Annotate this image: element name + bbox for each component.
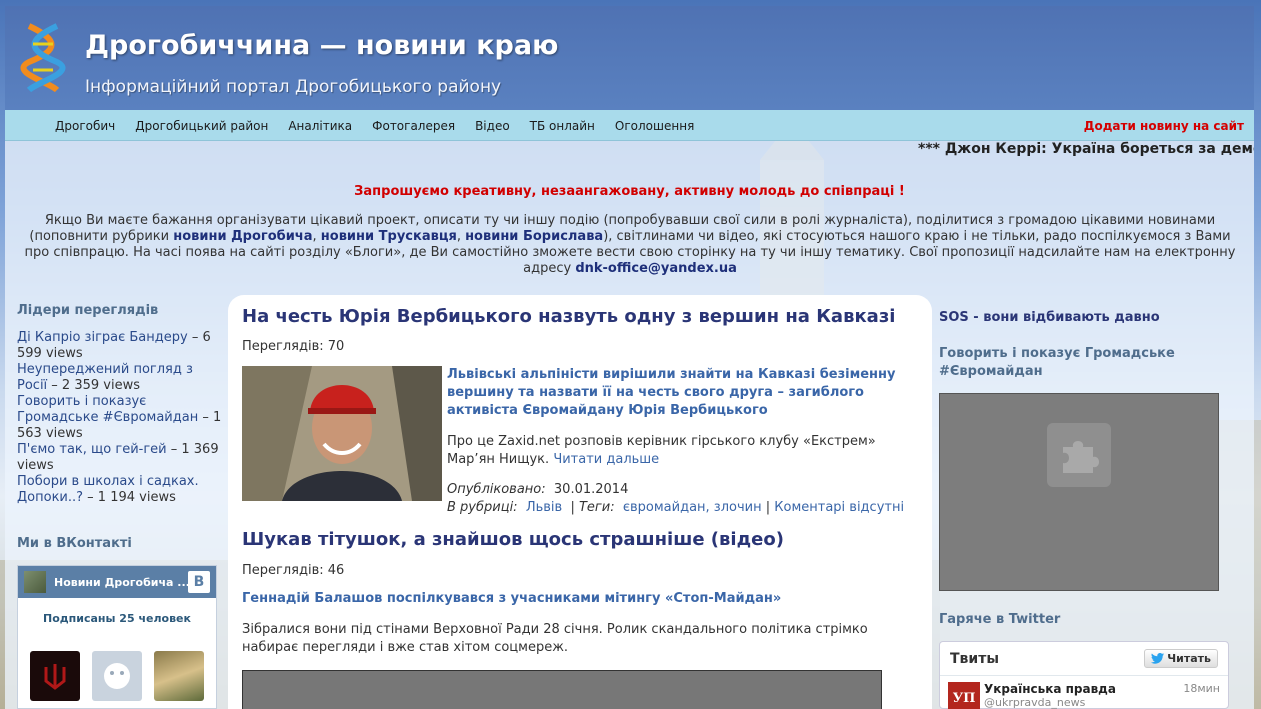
tags-links[interactable]: євромайдан, злочин	[623, 500, 762, 515]
top-viewed-link[interactable]: Говорить і показує Громадське #Євромайда…	[17, 394, 198, 425]
invite-sep: ,	[312, 229, 321, 244]
post-thumbnail[interactable]	[242, 366, 442, 501]
climber-photo	[242, 366, 442, 501]
post-lead-link[interactable]: Львівські альпіністи вирішили знайти на …	[447, 366, 907, 420]
nav-item-video[interactable]: Відео	[465, 119, 520, 133]
view-count: – 1 194 views	[83, 490, 176, 505]
list-item: Неупереджений погляд з Росії – 2 359 vie…	[17, 362, 227, 394]
vk-subscribers: Подписаны 25 человек	[43, 612, 191, 625]
nav-item-district[interactable]: Дрогобицький район	[125, 119, 278, 133]
site-title[interactable]: Дрогобиччина — новини краю	[85, 30, 558, 61]
top-viewed-link[interactable]: П'ємо так, що гей-гей	[17, 442, 167, 457]
list-item: Говорить і показує Громадське #Євромайда…	[17, 394, 227, 442]
follow-label: Читать	[1167, 652, 1211, 665]
read-more-link[interactable]: Читати дальше	[553, 452, 659, 467]
nav-item-tv-online[interactable]: ТБ онлайн	[520, 119, 605, 133]
video-embed[interactable]	[242, 670, 882, 709]
puzzle-piece-icon	[1063, 441, 1099, 473]
nav-item-photogallery[interactable]: Фотогалерея	[362, 119, 465, 133]
tweet-author-handle[interactable]: @ukrpravda_news	[984, 696, 1116, 709]
tags-label: Теги:	[578, 500, 615, 515]
hromadske-widget-title: Говорить і показує Громадське #Євромайда…	[939, 346, 1175, 379]
twitter-follow-button[interactable]: Читать	[1144, 649, 1218, 668]
plugin-puzzle-icon	[1047, 423, 1111, 487]
rubric-label: В рубриці:	[447, 500, 518, 515]
view-count: Переглядів: 70	[242, 339, 345, 354]
vk-group-avatar[interactable]	[24, 571, 46, 593]
twitter-widget: Твиты Читать УП Українська правда @ukrpr…	[939, 641, 1229, 709]
tweet-time[interactable]: 18мин	[1183, 682, 1220, 709]
vk-members	[18, 651, 216, 701]
vk-widget: Новини Дрогобича ... В Подписаны 25 чело…	[17, 565, 217, 709]
post-published: Опубліковано: 30.01.2014	[447, 482, 628, 497]
top-viewed-widget: Лідери переглядів Ді Капріо зіграє Банде…	[17, 303, 227, 506]
twitter-bird-icon	[1151, 653, 1165, 664]
published-label: Опубліковано:	[447, 482, 546, 497]
vk-logo-icon[interactable]: В	[188, 571, 210, 593]
published-date: 30.01.2014	[553, 482, 629, 497]
main-content: На честь Юрія Вербицького назвуть одну з…	[228, 295, 932, 709]
nav-item-drohobych[interactable]: Дрогобич	[45, 119, 125, 133]
dna-logo-icon[interactable]	[19, 22, 69, 92]
tweet-author-name[interactable]: Українська правда	[984, 682, 1116, 696]
invite-text: Якщо Ви маєте бажання організувати цікав…	[20, 213, 1240, 277]
vk-widget-title: Ми в ВКонтакті	[17, 536, 132, 551]
avatar[interactable]	[30, 651, 80, 701]
avatar[interactable]: УП	[948, 682, 980, 709]
nav-menu: Дрогобич Дрогобицький район Аналітика Фо…	[45, 110, 704, 141]
twitter-widget-header: Твиты Читать	[940, 642, 1228, 676]
post-meta: В рубриці: Львів | Теги: євромайдан, зло…	[447, 500, 905, 515]
site-header: Дрогобиччина — новини краю Інформаційний…	[5, 6, 1254, 110]
comments-link[interactable]: Коментарі відсутні	[774, 500, 904, 515]
video-plugin-placeholder[interactable]	[939, 393, 1219, 591]
list-item: Побори в школах і садках. Допоки..? – 1 …	[17, 474, 227, 506]
post-lead-link[interactable]: Геннадій Балашов поспілкувався з учасник…	[242, 590, 902, 608]
view-count: – 2 359 views	[47, 378, 140, 393]
contact-email-link[interactable]: dnk-office@yandex.ua	[575, 261, 737, 276]
list-item: П'ємо так, що гей-гей – 1 369 views	[17, 442, 227, 474]
default-avatar-icon	[104, 663, 130, 689]
main-nav: Дрогобич Дрогобицький район Аналітика Фо…	[5, 110, 1254, 141]
post-title-link[interactable]: На честь Юрія Вербицького назвуть одну з…	[242, 306, 895, 327]
tweet-item[interactable]: УП Українська правда @ukrpravda_news 18м…	[940, 676, 1228, 709]
invite-heading: Запрошуємо креативну, незаангажовану, ак…	[354, 184, 905, 199]
avatar[interactable]	[92, 651, 142, 701]
trident-icon	[44, 664, 66, 690]
avatar[interactable]	[154, 651, 204, 701]
post-excerpt: Про це Zaxid.net розповів керівник гірсь…	[447, 433, 897, 469]
view-count: Переглядів: 46	[242, 563, 345, 578]
nav-item-ads[interactable]: Оголошення	[605, 119, 704, 133]
tweet-author: Українська правда @ukrpravda_news	[984, 682, 1116, 709]
rubric-link[interactable]: Львів	[526, 500, 562, 515]
post-excerpt-text: Про це Zaxid.net розповів керівник гірсь…	[447, 434, 876, 467]
link-truskavets-news[interactable]: новини Трускавця	[321, 229, 457, 244]
post-title-link[interactable]: Шукав тітушок, а знайшов щось страшніше …	[242, 529, 784, 550]
news-ticker[interactable]: *** Джон Керрі: Україна бореться за демо…	[918, 141, 1254, 161]
link-drohobych-news[interactable]: новини Дрогобича	[173, 229, 312, 244]
link-boryslav-news[interactable]: новини Борислава	[465, 229, 603, 244]
twitter-widget-title: Гаряче в Twitter	[939, 612, 1061, 627]
list-item: Ді Капріо зіграє Бандеру – 6 599 views	[17, 330, 227, 362]
top-viewed-title: Лідери переглядів	[17, 303, 159, 318]
site-subtitle: Інформаційний портал Дрогобицького район…	[85, 77, 502, 97]
vk-group-name[interactable]: Новини Дрогобича ...	[54, 576, 188, 589]
add-news-link[interactable]: Додати новину на сайт	[1084, 119, 1244, 133]
nav-item-analytics[interactable]: Аналітика	[278, 119, 362, 133]
vk-widget-header[interactable]: Новини Дрогобича ... В	[18, 566, 216, 598]
post-excerpt: Зібралися вони під стінами Верховної Рад…	[242, 622, 868, 655]
top-viewed-link[interactable]: Ді Капріо зіграє Бандеру	[17, 330, 188, 345]
tweets-title: Твиты	[950, 650, 999, 667]
sos-link[interactable]: SOS - вони відбивають давно	[939, 309, 1160, 327]
invite-sep: ,	[456, 229, 466, 244]
